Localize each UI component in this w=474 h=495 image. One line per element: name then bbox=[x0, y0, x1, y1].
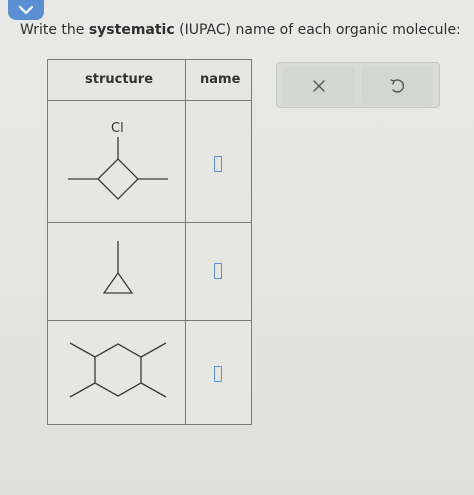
clear-button[interactable] bbox=[283, 67, 355, 105]
molecule-2-drawing bbox=[102, 241, 134, 294]
structure-2 bbox=[56, 235, 182, 315]
answer-box-1[interactable] bbox=[214, 156, 222, 172]
prompt-suffix: (IUPAC) name of each organic molecule: bbox=[174, 22, 461, 38]
header-name: name bbox=[200, 72, 241, 87]
answer-box-3[interactable] bbox=[214, 366, 222, 382]
chlorine-label: Cl bbox=[111, 121, 124, 136]
row-divider-2 bbox=[48, 320, 251, 321]
undo-icon bbox=[390, 79, 405, 93]
undo-button[interactable] bbox=[361, 67, 433, 105]
structure-1: Cl bbox=[56, 115, 182, 219]
question-prompt: Write the systematic (IUPAC) name of eac… bbox=[20, 22, 461, 38]
header-divider bbox=[48, 100, 251, 101]
prompt-bold: systematic bbox=[88, 22, 175, 38]
collapse-button[interactable] bbox=[8, 0, 44, 20]
x-icon bbox=[313, 80, 325, 92]
row-divider-1 bbox=[48, 222, 251, 223]
structure-3 bbox=[56, 330, 182, 420]
chevron-down-icon bbox=[18, 5, 34, 15]
header-structure: structure bbox=[85, 72, 154, 87]
column-divider bbox=[185, 60, 186, 424]
answer-box-2[interactable] bbox=[214, 263, 222, 279]
structures-table: structure name Cl bbox=[47, 59, 252, 425]
prompt-prefix: Write the bbox=[20, 22, 89, 38]
molecule-3-drawing bbox=[69, 342, 167, 398]
action-panel bbox=[276, 62, 440, 108]
